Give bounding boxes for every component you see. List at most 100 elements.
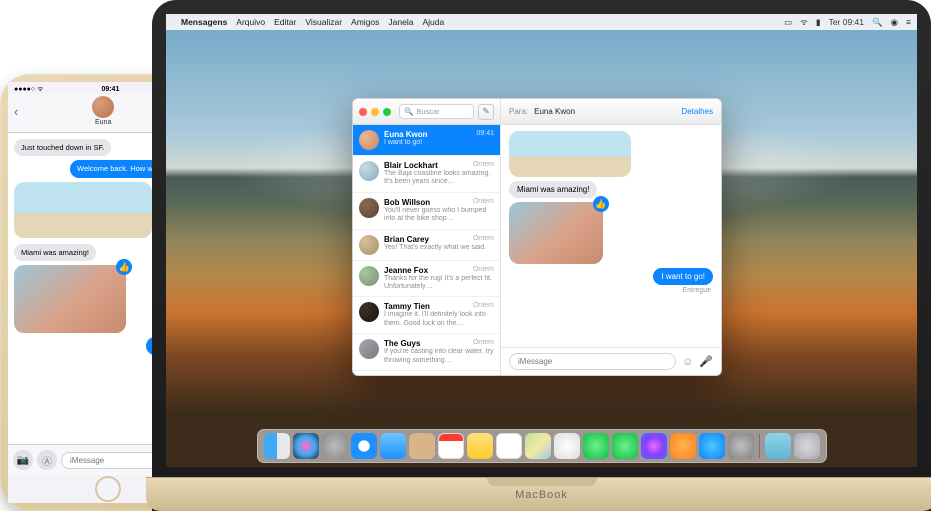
tapback-thumbs-up-icon[interactable]: 👍 xyxy=(593,196,609,212)
avatar xyxy=(359,302,379,322)
message-image[interactable]: 👍 xyxy=(509,202,603,264)
avatar xyxy=(359,339,379,359)
message-outgoing[interactable]: I want to go! xyxy=(653,268,713,285)
macbook-screen: Mensagens Arquivo Editar Visualizar Amig… xyxy=(166,14,917,467)
conversation-item[interactable]: Jeanne FoxOntemThanks for the rug! It's … xyxy=(353,261,500,298)
conversation-preview: If you're casting into clear water, try … xyxy=(384,348,494,365)
conversation-name: Bob Willson xyxy=(384,198,430,207)
emoji-button[interactable]: ☺ xyxy=(682,356,693,368)
conversation-item[interactable]: Brian CareyOntemYes! That's exactly what… xyxy=(353,230,500,261)
camera-button[interactable]: 📷 xyxy=(13,450,33,470)
dock-mail-icon[interactable] xyxy=(380,433,406,459)
dock-photos-icon[interactable] xyxy=(554,433,580,459)
conversation-item[interactable]: Tammy TienOntemI imagine it. I'll defini… xyxy=(353,297,500,334)
mic-button[interactable]: 🎤 xyxy=(699,355,713,368)
close-button[interactable] xyxy=(359,108,367,116)
dock-appstore-icon[interactable] xyxy=(699,433,725,459)
message-incoming[interactable]: Miami was amazing! xyxy=(14,244,96,261)
dock-itunes-icon[interactable] xyxy=(641,433,667,459)
messages-sidebar: 🔍 Buscar ✎ Euna Kwon09:41I want to go!Bl… xyxy=(353,99,501,375)
conversation-name: Brian Carey xyxy=(384,235,429,244)
message-image[interactable] xyxy=(14,182,152,238)
conversation-item[interactable]: The GuysOntemIf you're casting into clea… xyxy=(353,334,500,371)
dock-ibooks-icon[interactable] xyxy=(670,433,696,459)
status-carrier: ●●●●○ ᯤ xyxy=(14,85,43,94)
avatar xyxy=(359,266,379,286)
dock-maps-icon[interactable] xyxy=(525,433,551,459)
avatar xyxy=(359,161,379,181)
message-image[interactable] xyxy=(509,131,631,177)
message-input[interactable] xyxy=(509,353,676,370)
dock-separator xyxy=(759,434,760,458)
menubar-app-name[interactable]: Mensagens xyxy=(181,17,227,27)
conversation-preview: You'll never guess who I bumped into at … xyxy=(384,207,494,224)
macos-dock xyxy=(257,429,827,463)
macbook-label: MacBook xyxy=(515,489,568,501)
menu-ajuda[interactable]: Ajuda xyxy=(422,17,444,27)
dock-facetime-icon[interactable] xyxy=(612,433,638,459)
dock-messages-icon[interactable] xyxy=(583,433,609,459)
search-icon: 🔍 xyxy=(404,107,413,116)
macos-menubar: Mensagens Arquivo Editar Visualizar Amig… xyxy=(166,14,917,30)
dock-preferences-icon[interactable] xyxy=(728,433,754,459)
avatar xyxy=(359,198,379,218)
notification-center-icon[interactable]: ≡ xyxy=(906,17,911,27)
spotlight-icon[interactable]: 🔍 xyxy=(872,17,883,28)
conversation-item[interactable]: Euna Kwon09:41I want to go! xyxy=(353,125,500,156)
conversation-item[interactable]: Blair LockhartOntemThe Baja coastline lo… xyxy=(353,156,500,193)
menu-amigos[interactable]: Amigos xyxy=(351,17,379,27)
dock-safari-icon[interactable] xyxy=(351,433,377,459)
dock-notes-icon[interactable] xyxy=(467,433,493,459)
message-incoming[interactable]: Miami was amazing! xyxy=(509,181,597,198)
message-incoming[interactable]: Just touched down in SF. xyxy=(14,139,111,156)
menu-arquivo[interactable]: Arquivo xyxy=(236,17,265,27)
conversation-name: Euna Kwon xyxy=(384,130,428,139)
dock-reminders-icon[interactable] xyxy=(496,433,522,459)
chat-thread[interactable]: Miami was amazing! 👍 I want to go! Entre… xyxy=(501,125,721,347)
dock-calendar-icon[interactable] xyxy=(438,433,464,459)
to-name[interactable]: Euna Kwon xyxy=(534,107,675,116)
chat-compose-bar: ☺ 🎤 xyxy=(501,347,721,375)
battery-icon[interactable]: ▮ xyxy=(816,17,821,28)
contact-chip[interactable]: Euna xyxy=(92,96,114,126)
dock-trash-icon[interactable] xyxy=(794,433,820,459)
window-titlebar: 🔍 Buscar ✎ xyxy=(353,99,500,125)
dock-siri-icon[interactable] xyxy=(293,433,319,459)
conversation-preview: I imagine it. I'll definitely look into … xyxy=(384,311,494,328)
avatar xyxy=(359,130,379,150)
apps-button[interactable]: Ⓐ xyxy=(37,450,57,470)
message-image[interactable]: 👍 xyxy=(14,265,126,333)
dock-launchpad-icon[interactable] xyxy=(322,433,348,459)
dock-finder-icon[interactable] xyxy=(264,433,290,459)
search-input[interactable]: 🔍 Buscar xyxy=(399,104,474,119)
delivered-status: Entregue xyxy=(683,287,713,294)
airplay-icon[interactable]: ▭ xyxy=(784,17,792,28)
siri-icon[interactable]: ◉ xyxy=(891,17,898,28)
tapback-thumbs-up-icon[interactable]: 👍 xyxy=(116,259,132,275)
conversation-time: 09:41 xyxy=(476,130,494,139)
messages-chat-pane: Para: Euna Kwon Detalhes Miami was amazi… xyxy=(501,99,721,375)
home-button[interactable] xyxy=(95,476,121,502)
search-placeholder: Buscar xyxy=(416,107,439,116)
avatar xyxy=(359,235,379,255)
details-link[interactable]: Detalhes xyxy=(681,107,713,116)
compose-button[interactable]: ✎ xyxy=(478,104,494,120)
conversation-time: Ontem xyxy=(473,339,494,348)
back-button[interactable]: ‹ xyxy=(14,104,18,119)
menu-editar[interactable]: Editar xyxy=(274,17,296,27)
chat-header: Para: Euna Kwon Detalhes xyxy=(501,99,721,125)
conversation-preview: Thanks for the rug! It's a perfect fit. … xyxy=(384,275,494,292)
menu-janela[interactable]: Janela xyxy=(388,17,413,27)
dock-contacts-icon[interactable] xyxy=(409,433,435,459)
wifi-icon[interactable]: ᯤ xyxy=(800,17,808,28)
menu-visualizar[interactable]: Visualizar xyxy=(305,17,342,27)
menubar-clock[interactable]: Ter 09:41 xyxy=(829,17,864,27)
dock-downloads-icon[interactable] xyxy=(765,433,791,459)
conversation-time: Ontem xyxy=(473,198,494,207)
conversation-time: Ontem xyxy=(473,235,494,244)
traffic-lights xyxy=(359,108,391,116)
conversation-item[interactable]: Bob Willson OntemYou'll never guess who I… xyxy=(353,193,500,230)
minimize-button[interactable] xyxy=(371,108,379,116)
zoom-button[interactable] xyxy=(383,108,391,116)
conversation-list[interactable]: Euna Kwon09:41I want to go!Blair Lockhar… xyxy=(353,125,500,375)
